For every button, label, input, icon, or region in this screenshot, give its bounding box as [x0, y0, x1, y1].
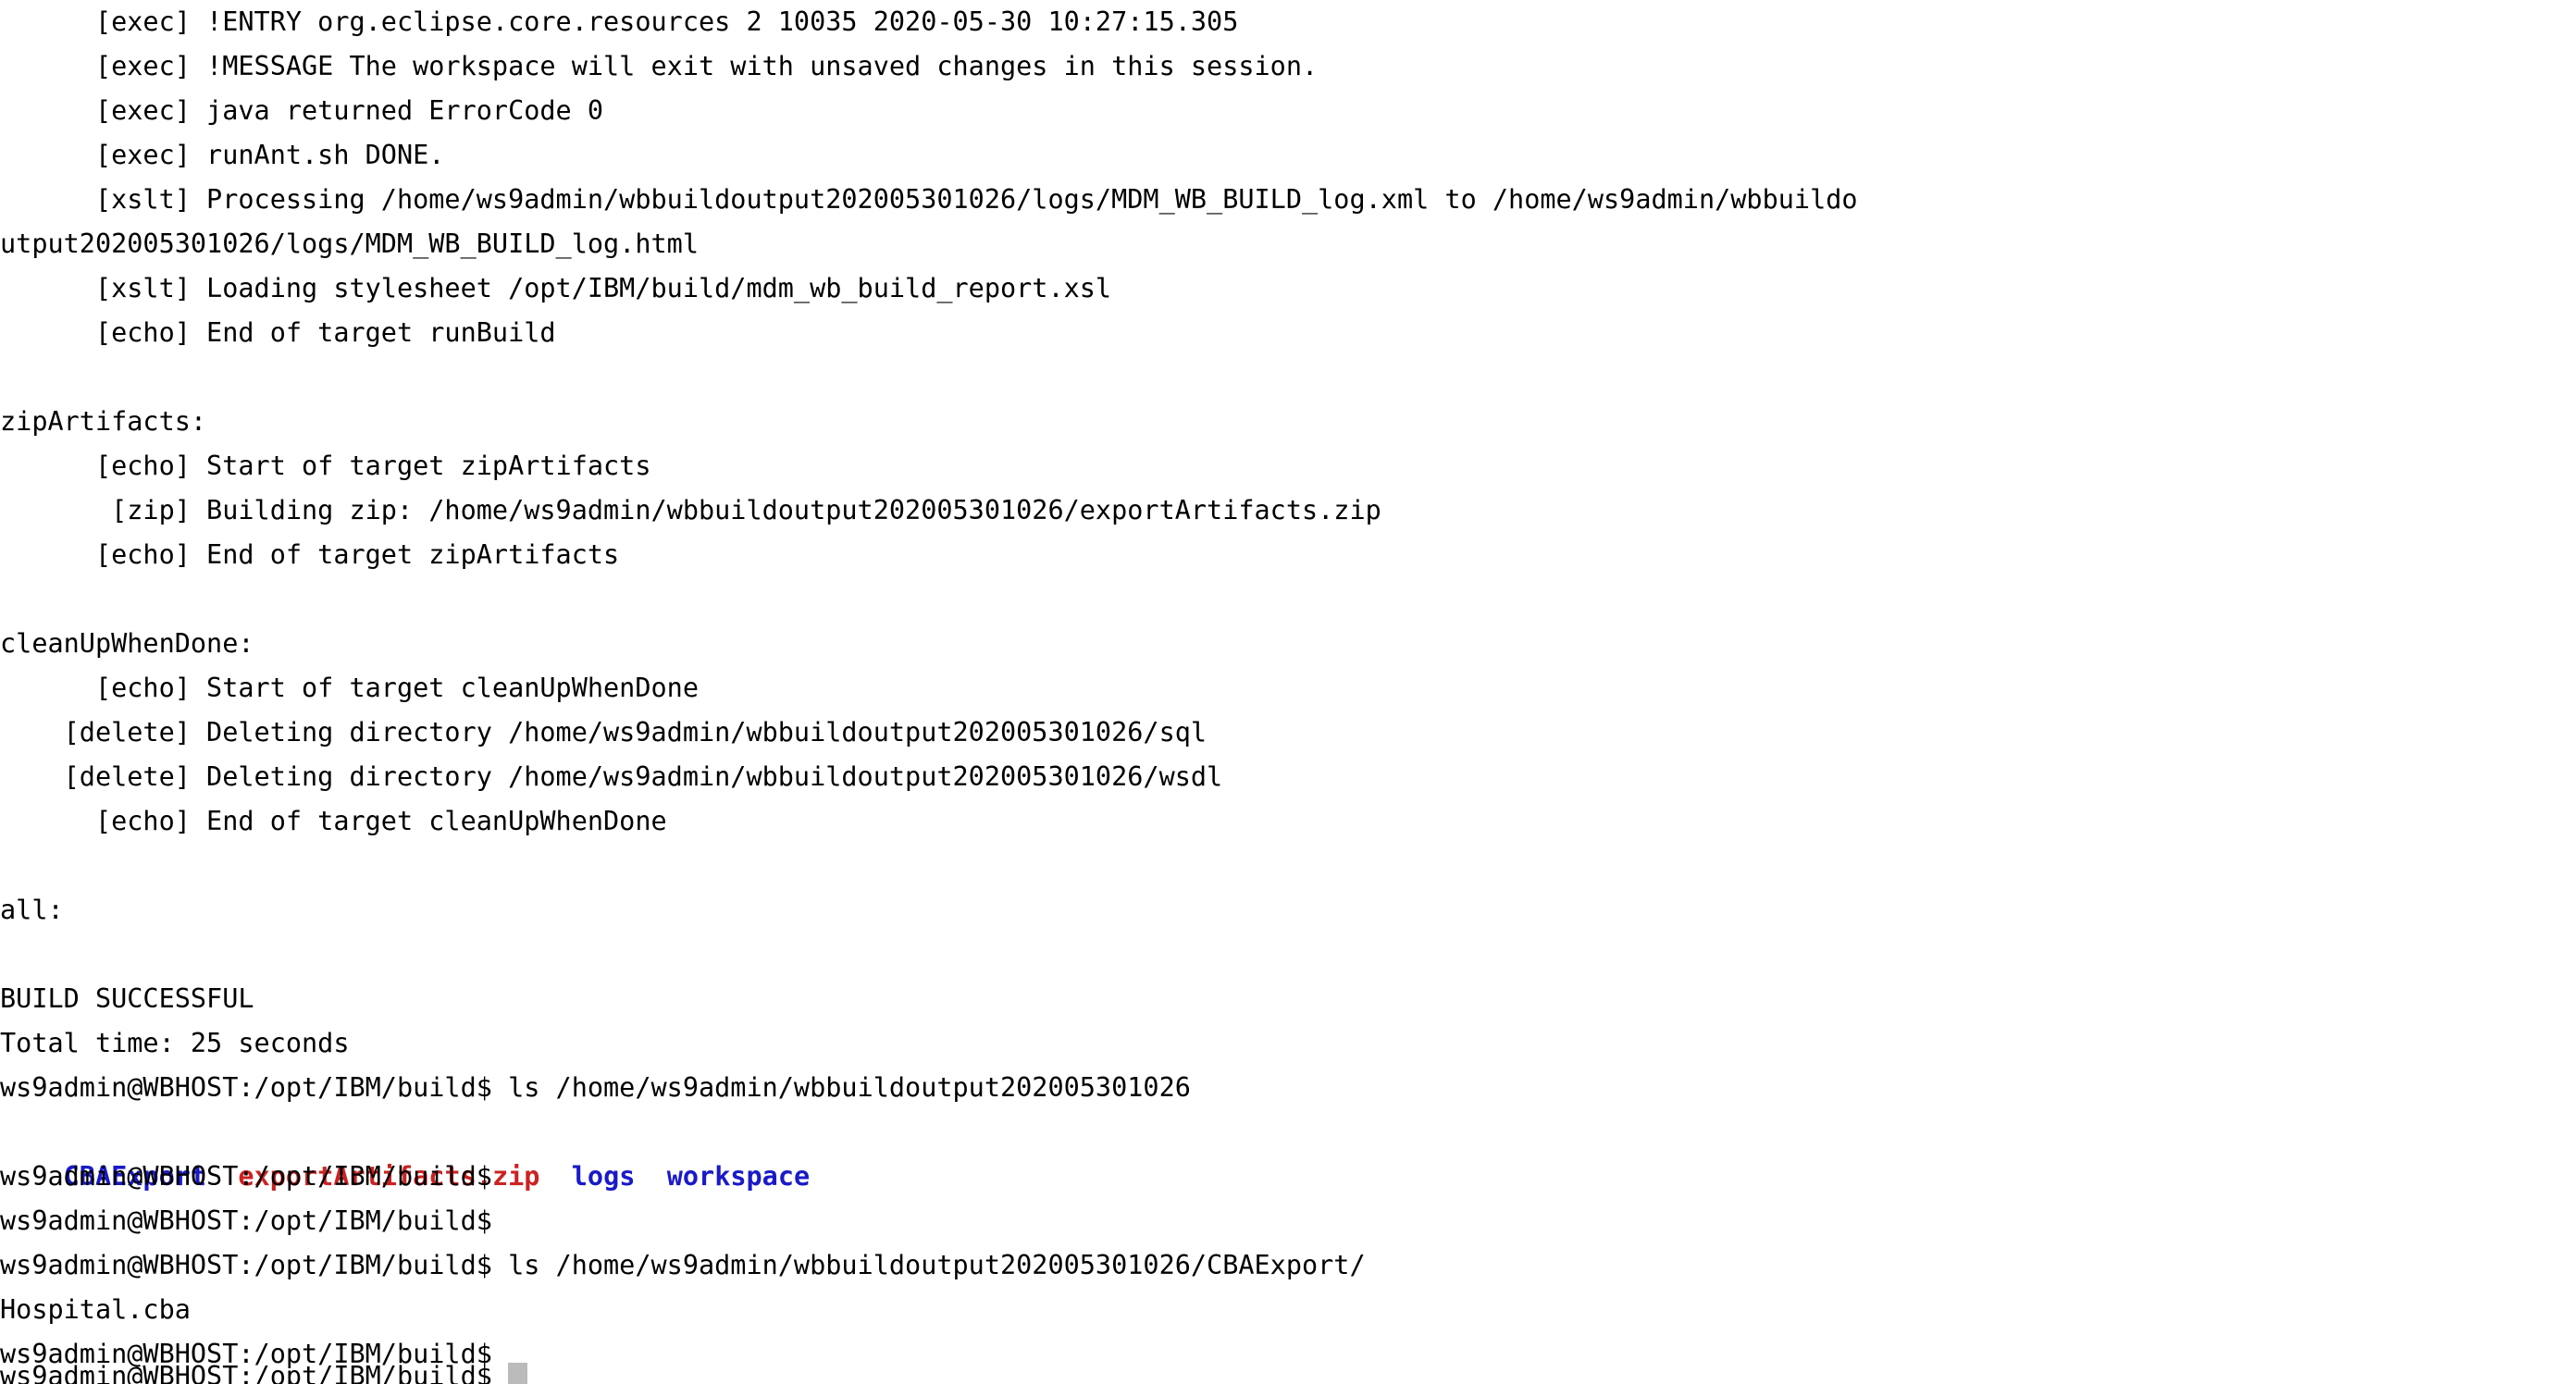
log-line: [xslt] Loading stylesheet /opt/IBM/build…: [0, 273, 1112, 303]
log-line: [exec] java returned ErrorCode 0: [0, 95, 604, 126]
log-line: [exec] runAnt.sh DONE.: [0, 140, 445, 170]
prompt-text: ws9admin@WBHOST:/opt/IBM/build$: [0, 1361, 509, 1384]
log-line: [zip] Building zip: /home/ws9admin/wbbui…: [0, 495, 1381, 525]
log-line: [exec] !ENTRY org.eclipse.core.resources…: [0, 6, 1239, 37]
ant-target-header: all:: [0, 895, 64, 925]
log-line: [exec] !MESSAGE The workspace will exit …: [0, 51, 1319, 81]
ls-entry-gap: [635, 1161, 666, 1192]
terminal-output-pane[interactable]: [exec] !ENTRY org.eclipse.core.resources…: [0, 0, 2576, 1384]
log-line: [echo] End of target cleanUpWhenDone: [0, 806, 667, 836]
log-line: [echo] Start of target cleanUpWhenDone: [0, 673, 699, 703]
build-status-line: BUILD SUCCESSFUL: [0, 983, 254, 1014]
ls-entry-directory[interactable]: logs: [572, 1161, 636, 1192]
log-line: [echo] Start of target zipArtifacts: [0, 451, 651, 481]
shell-prompt: ws9admin@WBHOST:/opt/IBM/build$: [0, 1205, 492, 1236]
log-line: [delete] Deleting directory /home/ws9adm…: [0, 717, 1208, 748]
log-line: [delete] Deleting directory /home/ws9adm…: [0, 761, 1223, 792]
shell-prompt-active[interactable]: ws9admin@WBHOST:/opt/IBM/build$: [0, 1354, 528, 1384]
ls-output-row: Hospital.cba: [0, 1294, 191, 1325]
log-line-wrapped: utput202005301026/logs/MDM_WB_BUILD_log.…: [0, 229, 699, 259]
ant-target-header: zipArtifacts:: [0, 406, 207, 437]
log-line: [echo] End of target runBuild: [0, 317, 556, 348]
ls-entry-directory[interactable]: workspace: [667, 1161, 810, 1192]
build-total-time-line: Total time: 25 seconds: [0, 1028, 350, 1058]
command-line: ws9admin@WBHOST:/opt/IBM/build$ ls /home…: [0, 1072, 1191, 1103]
log-line: [xslt] Processing /home/ws9admin/wbbuild…: [0, 184, 1858, 215]
ant-target-header: cleanUpWhenDone:: [0, 628, 254, 659]
log-line: [echo] End of target zipArtifacts: [0, 539, 620, 570]
block-cursor: [508, 1363, 528, 1384]
ls-entry-gap: [539, 1161, 571, 1192]
command-line: ws9admin@WBHOST:/opt/IBM/build$ ls /home…: [0, 1250, 1366, 1280]
shell-prompt: ws9admin@WBHOST:/opt/IBM/build$: [0, 1161, 492, 1192]
ls-output-row: CBAExport exportArtifacts.zip logs works…: [0, 1110, 2576, 1192]
